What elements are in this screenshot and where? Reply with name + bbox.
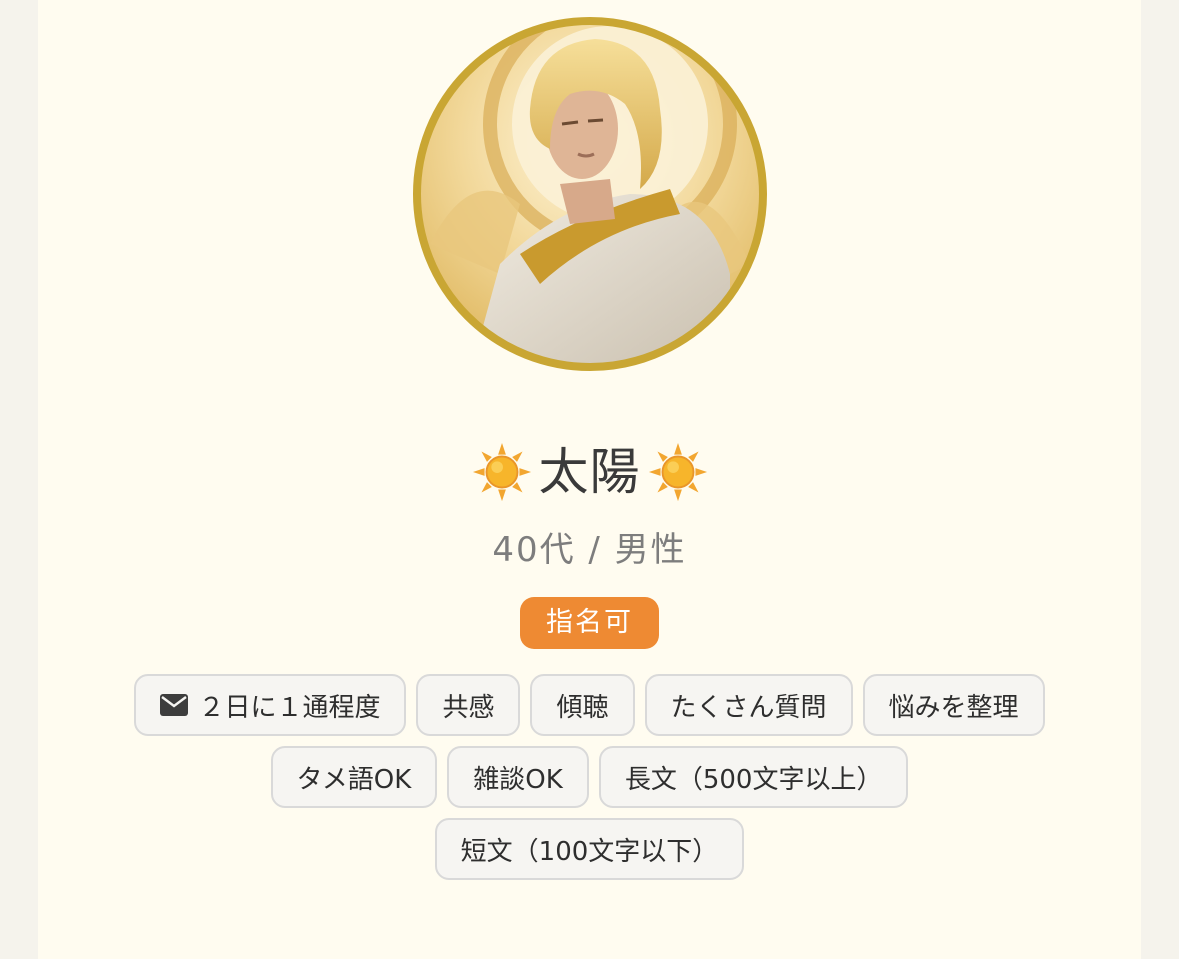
nomination-badge: 指名可: [520, 597, 659, 649]
tag-row: タメ語OK 雑談OK 長文（500文字以上）: [270, 746, 909, 808]
tag-list: ２日に１通程度 共感 傾聴 たくさん質問 悩みを整理 タメ語OK 雑談OK 長文…: [38, 674, 1141, 880]
page-margin-left: [0, 0, 38, 959]
tag-label: タメ語OK: [296, 764, 412, 795]
mail-icon: [160, 694, 189, 716]
sun-icon: [648, 442, 707, 502]
avatar: [410, 14, 770, 374]
badge-row: 指名可: [38, 597, 1141, 649]
page-margin-right: [1141, 0, 1179, 959]
name-row: 太陽: [38, 432, 1141, 512]
avatar-image: [413, 17, 767, 371]
tag-empathy: 共感: [416, 674, 521, 736]
tag-label: たくさん質問: [670, 692, 827, 723]
tag-label: 雑談OK: [473, 764, 563, 795]
tag-casual-speech: タメ語OK: [270, 746, 438, 808]
tag-row: ２日に１通程度 共感 傾聴 たくさん質問 悩みを整理: [134, 674, 1045, 736]
tag-label: 共感: [442, 692, 495, 723]
tag-reply-frequency: ２日に１通程度: [134, 674, 407, 736]
tag-label: 長文（500文字以上）: [624, 764, 883, 795]
tag-label: 悩みを整理: [888, 692, 1019, 723]
tag-label: ２日に１通程度: [198, 692, 381, 723]
tag-label: 傾聴: [556, 692, 609, 723]
tag-small-talk: 雑談OK: [447, 746, 589, 808]
profile-age-gender: 40代 / 男性: [492, 530, 687, 570]
tag-short-text: 短文（100文字以下）: [434, 818, 745, 880]
tag-label: 短文（100文字以下）: [460, 836, 719, 867]
profile-card: 太陽 40代 / 男性 指名可 ２日に１通程度 共感 傾聴 たくさん質問 悩みを…: [38, 0, 1141, 959]
tag-listening: 傾聴: [530, 674, 635, 736]
tag-row: 短文（100文字以下）: [434, 818, 745, 880]
tag-organize-worries: 悩みを整理: [862, 674, 1045, 736]
sun-icon: [472, 442, 531, 502]
tag-long-text: 長文（500文字以上）: [598, 746, 909, 808]
profile-name: 太陽: [538, 443, 641, 501]
tag-many-questions: たくさん質問: [644, 674, 853, 736]
